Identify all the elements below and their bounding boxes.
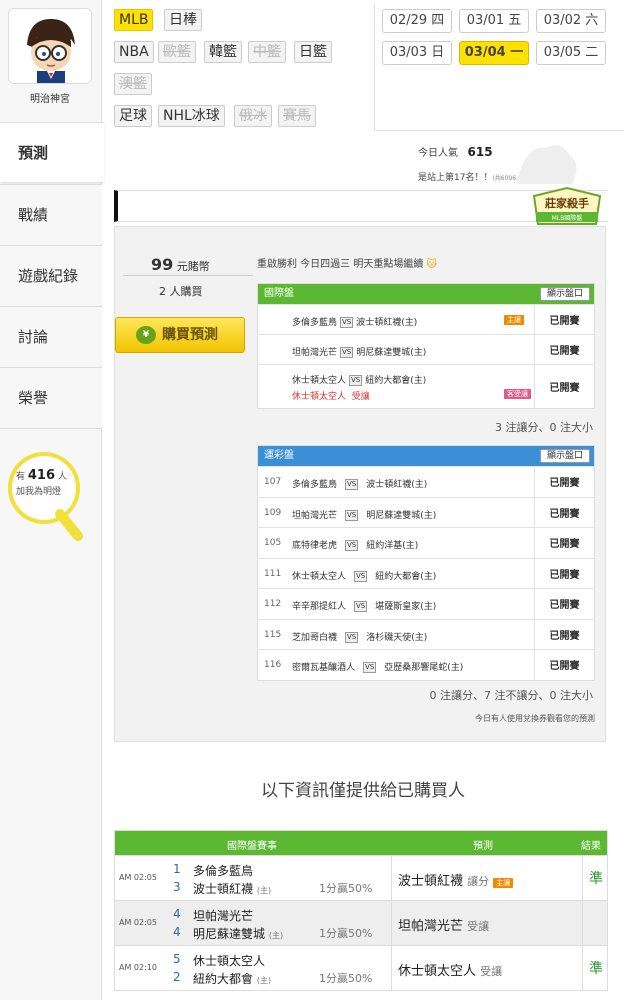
status-text: 已開賽 <box>534 305 594 334</box>
nav-item-discussion[interactable]: 討論 <box>0 306 102 366</box>
table-row: 115 芝加哥白襪 VS 洛杉磯天使(主) 已開賽 <box>258 618 594 649</box>
divider <box>374 130 624 131</box>
lottery-table: 運彩盤 顯示盤口 107 多倫多藍鳥 VS 波士頓紅襪(主) 已開賽 109 坦帕灣… <box>257 445 595 681</box>
handicap-tag: 主讓 <box>493 878 514 888</box>
table-row: 休士頓太空人 VS 紐約大都會(主) 休士頓太空人 受讓 客受讓 已開賽 <box>258 364 594 408</box>
sport-tab-mlb[interactable]: MLB <box>114 9 154 31</box>
sport-tab-bleague[interactable]: 日籃 <box>294 41 332 63</box>
prediction-note: 重啟勝利 今日四過三 明天重點場繼續 🐱 <box>257 259 437 270</box>
coupon-note: 今日有人使用兌換券觀看您的預測 <box>475 714 595 723</box>
intl-summary: 3 注讓分、0 注大小 <box>495 421 593 434</box>
status-text: 已開賽 <box>534 650 594 680</box>
status-text: 已開賽 <box>534 497 594 527</box>
table-row: 111 休士頓太空人 VS 紐約大都會(主) 已開賽 <box>258 557 594 588</box>
vs-icon: VS <box>345 479 359 490</box>
sport-tab-nba[interactable]: NBA <box>114 41 154 63</box>
table-row: 112 辛辛那提紅人 VS 堪薩斯皇家(主) 已開賽 <box>258 588 594 619</box>
table-row: 坦帕灣光芒 VS 明尼蘇達雙城(主) 已開賽 <box>258 334 594 364</box>
vs-icon: VS <box>354 601 368 612</box>
sport-tab-cba: 中籃 <box>248 41 286 63</box>
vs-icon: VS <box>345 509 359 521</box>
table-row: AM 02:05 4 坦帕灣光芒 4 明尼蘇達雙城 (主) 1分贏50% 坦帕灣… <box>115 900 607 945</box>
coin-icon: ¥ <box>136 326 156 344</box>
table-row: 109 坦帕灣光芒 VS 明尼蘇達雙城(主) 已開賽 <box>258 496 594 527</box>
user-name: 明治神宮 <box>30 94 70 105</box>
nav-item-record[interactable]: 戰績 <box>0 184 102 244</box>
status-text: 已開賽 <box>534 589 594 619</box>
vs-icon: VS <box>345 540 359 551</box>
sidebar: 明治神宮 預測 戰績 遊戲紀錄 討論 榮譽 有 416 人 加我為明燈 <box>0 0 104 1000</box>
sport-tab-npb[interactable]: 日棒 <box>164 9 202 31</box>
status-text: 已開賽 <box>534 365 594 408</box>
prediction-cell: 波士頓紅襪 讓分 主讓 <box>391 856 583 900</box>
sport-tab-horse-racing: 賽馬 <box>278 105 316 127</box>
status-text: 已開賽 <box>534 335 594 364</box>
price: 99 元賭幣 <box>151 255 210 274</box>
banker-killer-badge: 莊家殺手 MLB國際盤 <box>532 186 602 225</box>
status-text: 已開賽 <box>534 467 594 497</box>
avatar[interactable] <box>8 8 92 84</box>
popularity-label: 今日人氣 615 <box>418 145 493 159</box>
divider <box>123 275 253 276</box>
date-button[interactable]: 03/03 日 <box>382 41 452 65</box>
date-button[interactable]: 03/02 六 <box>536 9 606 33</box>
date-button[interactable]: 03/05 二 <box>536 41 606 65</box>
avatar-image <box>9 9 91 83</box>
lottery-summary: 0 注讓分、7 注不讓分、0 注大小 <box>429 689 594 702</box>
date-button[interactable]: 02/29 四 <box>382 9 452 33</box>
lightbulb-text[interactable]: 有 416 人 加我為明燈 <box>16 468 67 500</box>
sport-tab-euro-basketball: 歐籃 <box>158 41 196 63</box>
sport-tab-khl: 俄冰 <box>234 105 272 127</box>
lottery-table-header: 運彩盤 顯示盤口 <box>258 446 594 466</box>
handicap-tag: 客受讓 <box>504 389 531 399</box>
vs-icon: VS <box>340 317 354 328</box>
buyers-only-title: 以下資訊僅提供給已購買人 <box>261 781 465 801</box>
status-text: 已開賽 <box>534 619 594 649</box>
results-table: 國際盤賽事 預測 結果 AM 02:05 1 多倫多藍鳥 3 波士頓紅襪 (主)… <box>114 830 608 991</box>
show-odds-button[interactable]: 顯示盤口 <box>539 449 590 463</box>
nav-item-honor[interactable]: 榮譽 <box>0 367 102 427</box>
table-row: 105 底特律老虎 VS 紐約洋基(主) 已開賽 <box>258 527 594 558</box>
prediction-cell: 坦帕灣光芒 受讓 <box>391 901 583 945</box>
divider <box>0 428 102 429</box>
emoji-icon: 🐱 <box>426 259 437 270</box>
table-row: 107 多倫多藍鳥 VS 波士頓紅襪(主) 已開賽 <box>258 466 594 497</box>
svg-text:莊家殺手: 莊家殺手 <box>544 196 589 210</box>
result-mark: 準 <box>589 871 603 887</box>
table-row: 116 密爾瓦基釀酒人 VS 亞歷桑那響尾蛇(主) 已開賽 <box>258 649 594 680</box>
vs-icon: VS <box>340 347 354 358</box>
vs-icon: VS <box>345 631 359 643</box>
nav-item-game-log[interactable]: 遊戲紀錄 <box>0 245 102 305</box>
handicap-tag: 主讓 <box>504 315 524 325</box>
prediction-cell: 休士頓太空人 受讓 <box>391 946 583 990</box>
main-content: MLB 日棒 NBA 歐籃 韓籃 中籃 日籃 澳籃 足球 NHL冰球 俄冰 賽馬… <box>102 0 624 1000</box>
sport-tab-nbl: 澳籃 <box>114 73 152 95</box>
sport-tab-nhl[interactable]: NHL冰球 <box>158 105 225 127</box>
intl-table: 國際盤 顯示盤口 多倫多藍鳥 VS 波士頓紅襪(主) 主讓 已開賽 坦帕灣光芒 VS 明… <box>257 283 595 409</box>
watermark-graphic <box>516 145 577 184</box>
table-row: AM 02:10 5 休士頓太空人 2 紐約大都會 (主) 1分贏50% 休士頓… <box>115 945 607 990</box>
status-text: 已開賽 <box>534 528 594 558</box>
buy-prediction-button[interactable]: ¥ 購買預測 <box>115 317 245 353</box>
buyer-count: 2 人購買 <box>159 285 203 298</box>
status-text: 已開賽 <box>534 558 594 588</box>
result-mark: 準 <box>589 961 603 977</box>
prediction-panel: 99 元賭幣 2 人購買 ¥ 購買預測 重啟勝利 今日四過三 明天重點場繼續 🐱… <box>114 226 606 742</box>
sport-tab-soccer[interactable]: 足球 <box>114 105 152 127</box>
vs-icon: VS <box>354 570 368 582</box>
table-row: AM 02:05 1 多倫多藍鳥 3 波士頓紅襪 (主) 1分贏50% 波士頓紅… <box>115 855 607 900</box>
intl-table-header: 國際盤 顯示盤口 <box>258 284 594 304</box>
nav-item-predict[interactable]: 預測 <box>0 122 104 182</box>
sport-tab-kbl[interactable]: 韓籃 <box>204 41 242 63</box>
show-odds-button[interactable]: 顯示盤口 <box>539 287 590 301</box>
svg-text:MLB國際盤: MLB國際盤 <box>552 214 583 222</box>
vs-icon: VS <box>349 375 363 386</box>
results-table-header: 國際盤賽事 預測 結果 <box>115 831 607 855</box>
divider <box>374 4 375 130</box>
date-button[interactable]: 03/01 五 <box>459 9 529 33</box>
date-button-selected[interactable]: 03/04 一 <box>459 41 529 65</box>
table-row: 多倫多藍鳥 VS 波士頓紅襪(主) 主讓 已開賽 <box>258 304 594 334</box>
vs-icon: VS <box>363 662 377 673</box>
